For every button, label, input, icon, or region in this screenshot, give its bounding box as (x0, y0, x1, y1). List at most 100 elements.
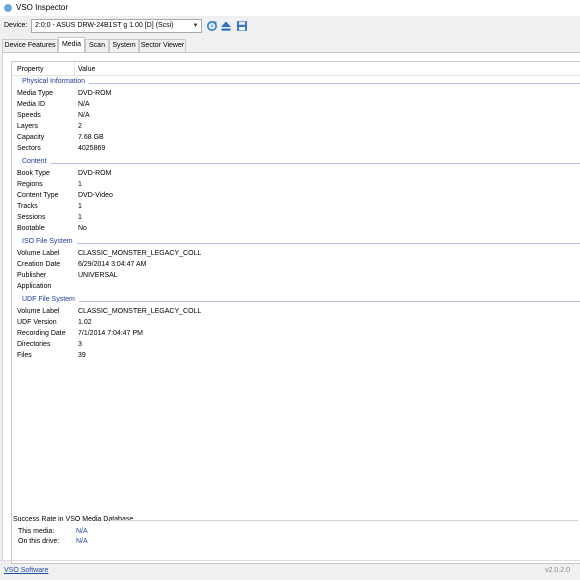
property-name: Application (17, 283, 52, 290)
property-value: N/A (78, 101, 90, 108)
tab-media[interactable]: Media (58, 37, 85, 52)
device-label: Device: (4, 22, 28, 29)
property-value: CLASSIC_MONSTER_LEGACY_COLL (78, 250, 202, 257)
success-row-this-drive: On this drive: N/A (18, 538, 88, 545)
property-name: Capacity (17, 134, 45, 141)
tab-device-features[interactable]: Device Features (2, 39, 58, 52)
property-value: DVD-ROM (78, 90, 112, 97)
success-rate-section: Success Rate in VSO Media Database This … (8, 516, 578, 552)
table-row[interactable]: Regions 1 (12, 181, 580, 192)
property-name: Book Type (17, 170, 50, 177)
this-drive-value: N/A (76, 538, 88, 545)
property-name: Regions (17, 181, 43, 188)
media-property-list[interactable]: Property Value Physical Information Medi… (11, 61, 580, 564)
tab-sector-viewer[interactable]: Sector Viewer (139, 39, 186, 52)
table-row[interactable]: Volume Label CLASSIC_MONSTER_LEGACY_COLL (12, 250, 580, 261)
property-name: Creation Date (17, 261, 61, 268)
save-icon[interactable] (236, 20, 248, 32)
property-value: 6/29/2014 3:04:47 AM (78, 261, 147, 268)
device-select-value: 2:0:0 - ASUS DRW-24B1ST g 1.00 [D] (Scsi… (35, 22, 174, 29)
group-divider (22, 301, 580, 302)
table-row[interactable]: Application (12, 283, 580, 294)
refresh-icon[interactable] (206, 20, 218, 32)
property-name: Media ID (17, 101, 46, 108)
property-name: Sessions (17, 214, 46, 221)
property-value: No (78, 225, 87, 232)
table-row[interactable]: Recording Date 7/1/2014 7:04:47 PM (12, 330, 580, 341)
group-content: Content (12, 158, 580, 168)
app-disc-icon (4, 4, 12, 12)
property-name: Publisher (17, 272, 47, 279)
status-bar: VSO Software v2.0.2.0 (0, 560, 580, 580)
window-title: VSO Inspector (16, 3, 69, 12)
table-row[interactable]: Media ID N/A (12, 101, 580, 112)
property-value: 39 (78, 352, 86, 359)
property-value: N/A (78, 112, 90, 119)
property-value: 7.68 GB (78, 134, 104, 141)
table-row[interactable]: Volume Label CLASSIC_MONSTER_LEGACY_COLL (12, 308, 580, 319)
table-row[interactable]: Book Type DVD-ROM (12, 170, 580, 181)
property-name: UDF Version (17, 319, 57, 326)
list-header: Property Value (12, 62, 580, 76)
column-separator[interactable] (74, 62, 75, 76)
table-row[interactable]: Tracks 1 (12, 203, 580, 214)
group-title: ISO File System (22, 238, 77, 245)
property-name: Volume Label (17, 308, 60, 315)
group-title: Physical Information (22, 78, 90, 85)
table-row[interactable]: Bootable No (12, 225, 580, 236)
property-value: 1 (78, 203, 82, 210)
property-value: UNIVERSAL (78, 272, 118, 279)
group-udf-file-system: UDF File System (12, 296, 580, 306)
vso-software-link[interactable]: VSO Software (4, 567, 48, 574)
group-physical-information: Physical Information (12, 78, 580, 88)
table-row[interactable]: Sessions 1 (12, 214, 580, 225)
table-row[interactable]: Speeds N/A (12, 112, 580, 123)
property-value: 1.02 (78, 319, 92, 326)
table-row[interactable]: Media Type DVD-ROM (12, 90, 580, 101)
table-row[interactable]: Content Type DVD-Video (12, 192, 580, 203)
device-toolbar: Device: 2:0:0 - ASUS DRW-24B1ST g 1.00 [… (0, 16, 580, 36)
table-row[interactable]: Creation Date 6/29/2014 3:04:47 AM (12, 261, 580, 272)
property-value: 2 (78, 123, 82, 130)
property-name: Files (17, 352, 32, 359)
property-name: Sectors (17, 145, 41, 152)
title-bar: VSO Inspector (0, 0, 580, 16)
media-panel: Property Value Physical Information Medi… (2, 52, 580, 564)
property-value: DVD-Video (78, 192, 113, 199)
table-row[interactable]: UDF Version 1.02 (12, 319, 580, 330)
success-row-this-media: This media: N/A (18, 528, 88, 535)
property-value: CLASSIC_MONSTER_LEGACY_COLL (78, 308, 202, 315)
success-rate-divider (110, 520, 578, 521)
property-value: 1 (78, 214, 82, 221)
chevron-down-icon[interactable]: ▼ (191, 21, 200, 31)
table-row[interactable]: Publisher UNIVERSAL (12, 272, 580, 283)
table-row[interactable]: Directories 3 (12, 341, 580, 352)
this-drive-label: On this drive: (18, 538, 60, 545)
eject-icon[interactable] (220, 20, 232, 32)
group-divider (22, 163, 580, 164)
table-row[interactable]: Files 39 (12, 352, 580, 363)
property-value: DVD-ROM (78, 170, 112, 177)
tab-scan[interactable]: Scan (85, 39, 109, 52)
property-name: Directories (17, 341, 51, 348)
property-value: 4025869 (78, 145, 106, 152)
property-name: Media Type (17, 90, 54, 97)
property-name: Volume Label (17, 250, 60, 257)
this-media-label: This media: (18, 528, 55, 535)
property-value: 3 (78, 341, 82, 348)
device-select[interactable]: 2:0:0 - ASUS DRW-24B1ST g 1.00 [D] (Scsi… (31, 19, 202, 33)
property-name: Recording Date (17, 330, 66, 337)
property-value: 7/1/2014 7:04:47 PM (78, 330, 143, 337)
table-row[interactable]: Capacity 7.68 GB (12, 134, 580, 145)
group-title: Content (22, 158, 51, 165)
property-name: Bootable (17, 225, 45, 232)
group-iso-file-system: ISO File System (12, 238, 580, 248)
column-header-property[interactable]: Property (17, 66, 43, 73)
tab-system[interactable]: System (109, 39, 139, 52)
column-header-value[interactable]: Value (78, 66, 95, 73)
group-title: UDF File System (22, 296, 79, 303)
table-row[interactable]: Layers 2 (12, 123, 580, 134)
table-row[interactable]: Sectors 4025869 (12, 145, 580, 156)
property-name: Tracks (17, 203, 38, 210)
property-value: 1 (78, 181, 82, 188)
